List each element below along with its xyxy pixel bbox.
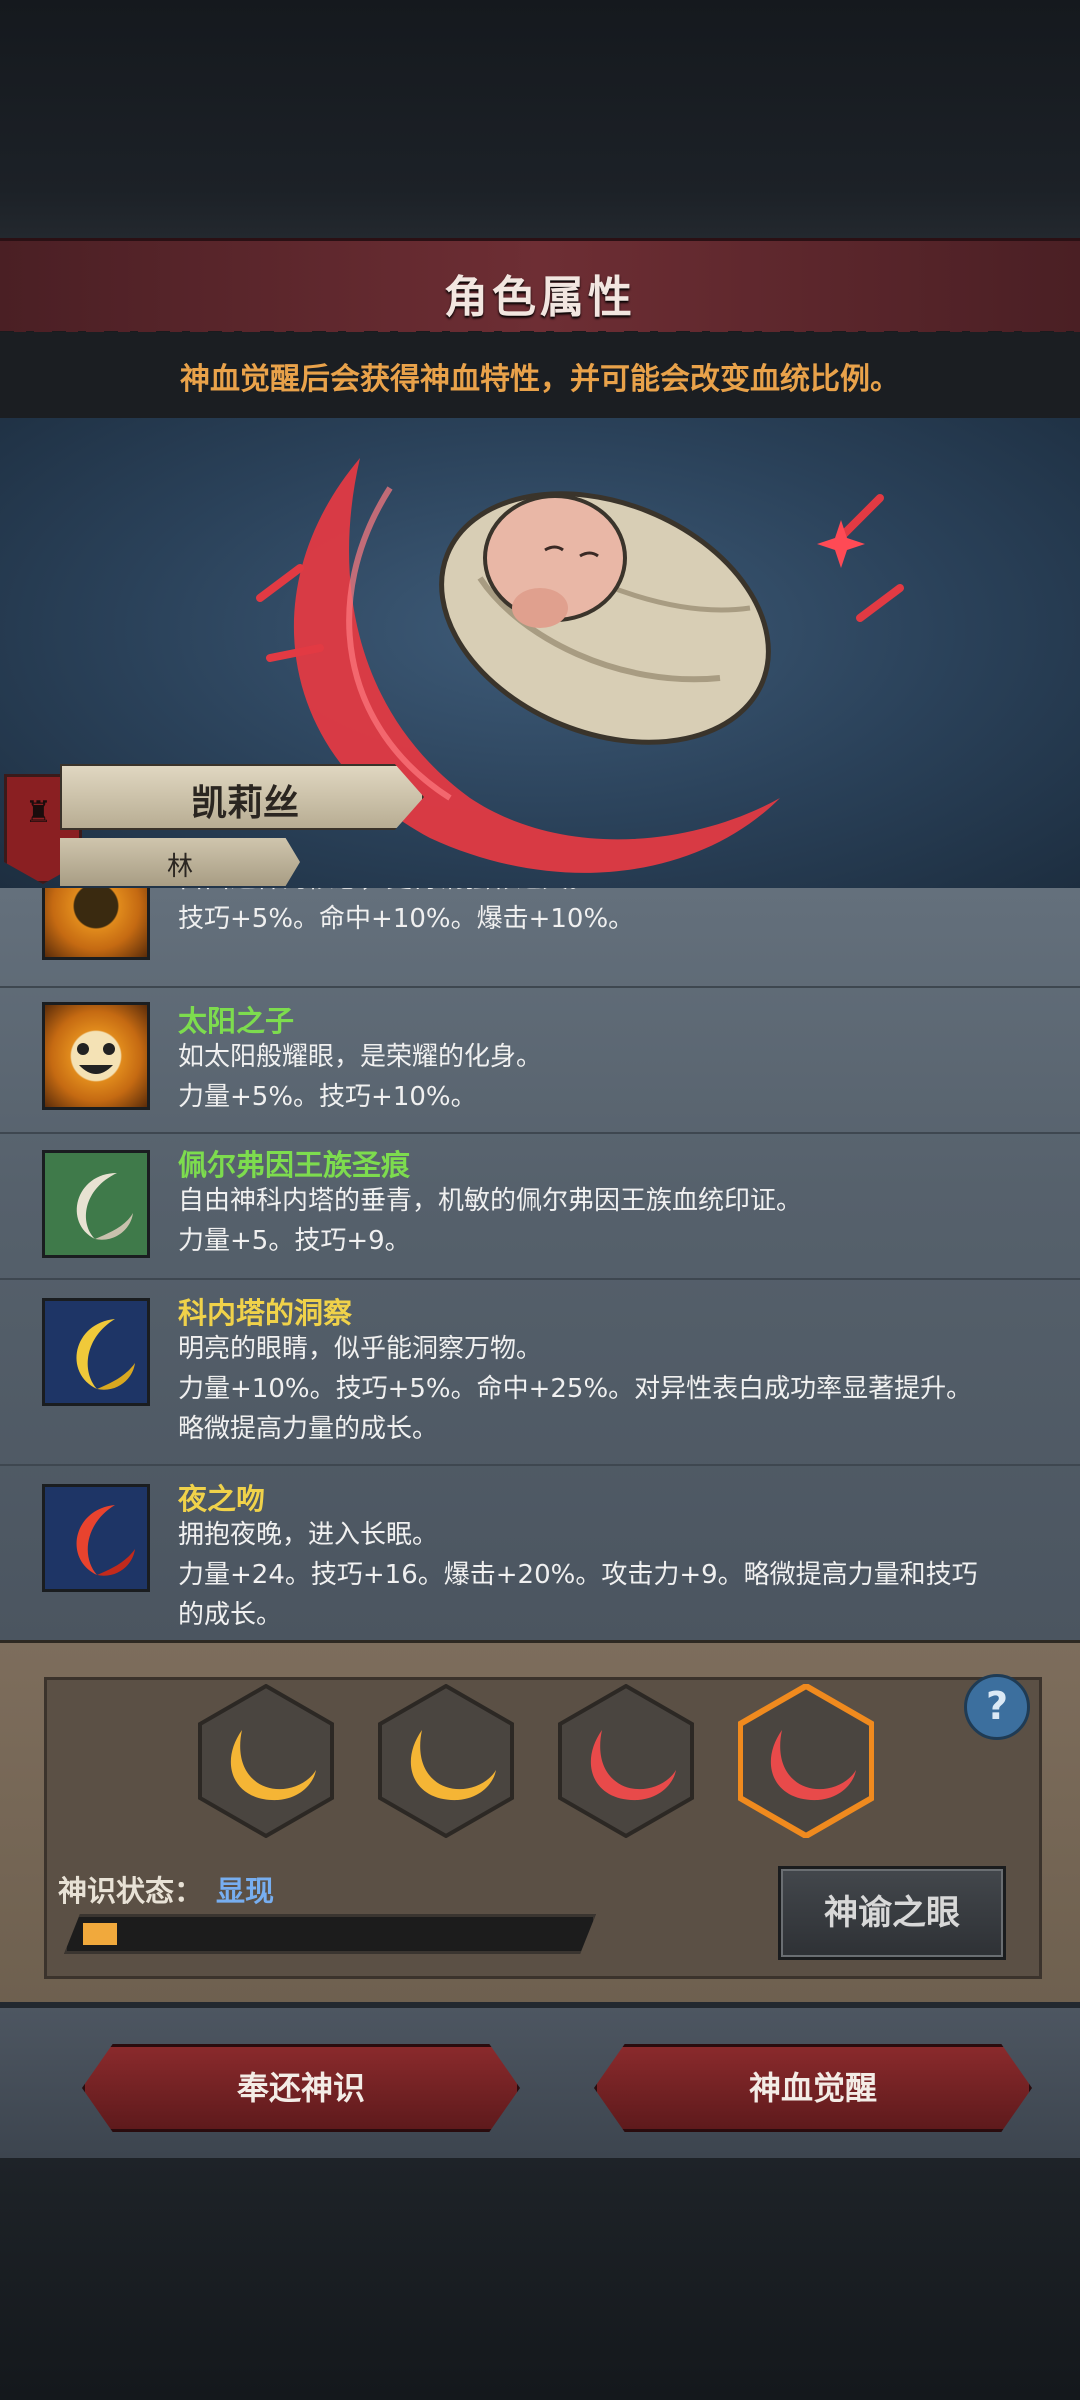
bottom-background [0, 2158, 1080, 2400]
trait-stats: 技巧+5%。命中+10%。爆击+10%。 [178, 904, 635, 934]
trait-title: 夜之吻 [178, 1482, 266, 1516]
page-title: 角色属性 [444, 272, 636, 323]
trait-desc: 自由神科内塔的垂青，机敏的佩尔弗因王族血统印证。 [178, 1186, 803, 1216]
help-button[interactable]: ? [964, 1674, 1030, 1740]
status-label: 神识状态： [58, 1874, 204, 1908]
blood-slot-2[interactable] [378, 1683, 514, 1839]
title-band: 角色属性 [0, 238, 1080, 343]
yellow-crescent-icon [42, 1298, 150, 1406]
status-value: 显现 [216, 1874, 275, 1908]
blood-slot-1[interactable] [198, 1683, 334, 1839]
subtitle-band: 神血觉醒后会获得神血特性，并可能会改变血统比例。 [0, 332, 1080, 418]
trait-extra: 略微提高力量的成长。 [178, 1414, 439, 1444]
awareness-progress-bar [64, 1914, 596, 1954]
list-item: 夜之吻 拥抱夜晚，进入长眠。 力量+24。技巧+16。爆击+20%。攻击力+9。… [0, 1464, 1080, 1640]
return-awareness-button[interactable]: 奉还神识 [82, 2044, 520, 2132]
blood-awaken-button[interactable]: 神血觉醒 [594, 2044, 1032, 2132]
blood-slot-3[interactable] [558, 1683, 694, 1839]
blood-slot-4-selected[interactable] [737, 1682, 875, 1840]
sun-icon [42, 888, 150, 960]
oracle-eye-button[interactable]: 神谕之眼 [778, 1866, 1006, 1960]
trait-stats: 力量+5%。技巧+10%。 [178, 1082, 477, 1112]
trait-desc: 明亮的眼睛，似乎能洞察万物。 [178, 1334, 543, 1364]
white-crescent-icon [42, 1150, 150, 1258]
trait-stats: 力量+24。技巧+16。爆击+20%。攻击力+9。略微提高力量和技巧 [178, 1560, 978, 1590]
trait-list[interactable]: 自由之神的侬患，更待钢强彩之天。 技巧+5%。命中+10%。爆击+10%。 太阳… [0, 888, 1080, 1640]
list-item: 自由之神的侬患，更待钢强彩之天。 技巧+5%。命中+10%。爆击+10%。 [0, 888, 1080, 988]
trait-desc: 自由之神的侬患，更待钢强彩之天。 [178, 888, 1038, 898]
trait-title: 太阳之子 [178, 1004, 295, 1038]
character-house: 林 [166, 852, 193, 882]
trait-stats: 力量+5。技巧+9。 [178, 1226, 411, 1256]
crest-icon: ♜ [25, 795, 52, 830]
smiling-sun-icon [42, 1002, 150, 1110]
trait-desc: 如太阳般耀眼，是荣耀的化身。 [178, 1042, 543, 1072]
page-subtitle: 神血觉醒后会获得神血特性，并可能会改变血统比例。 [180, 362, 900, 397]
character-name: 凯莉丝 [190, 783, 299, 824]
trait-desc: 拥抱夜晚，进入长眠。 [178, 1520, 439, 1550]
list-item: 佩尔弗因王族圣痕 自由神科内塔的垂青，机敏的佩尔弗因王族血统印证。 力量+5。技… [0, 1132, 1080, 1280]
trait-title: 科内塔的洞察 [178, 1296, 353, 1330]
red-crescent-icon [42, 1484, 150, 1592]
list-item: 科内塔的洞察 明亮的眼睛，似乎能洞察万物。 力量+10%。技巧+5%。命中+25… [0, 1278, 1080, 1466]
trait-stats: 力量+10%。技巧+5%。命中+25%。对异性表白成功率显著提升。 [178, 1374, 973, 1404]
top-background [0, 0, 1080, 238]
trait-extra: 的成长。 [178, 1600, 283, 1630]
swaddled-baby-art [439, 491, 771, 745]
list-item: 太阳之子 如太阳般耀眼，是荣耀的化身。 力量+5%。技巧+10%。 [0, 986, 1080, 1134]
trait-title: 佩尔弗因王族圣痕 [178, 1148, 411, 1182]
progress-fill [83, 1923, 117, 1945]
